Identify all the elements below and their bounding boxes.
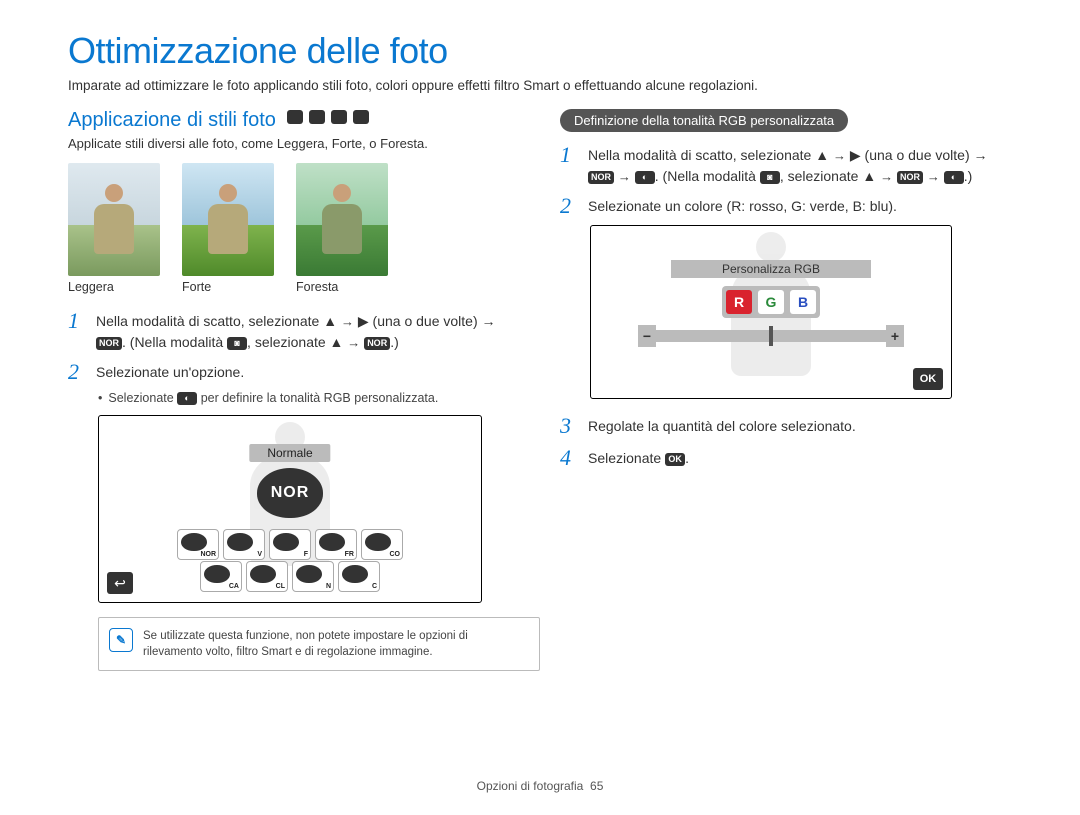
- rgb-channel-picker: R G B: [722, 286, 820, 318]
- note-icon: ✎: [109, 628, 133, 652]
- style-option[interactable]: FR: [315, 529, 357, 560]
- style-option[interactable]: N: [292, 561, 334, 592]
- style-option[interactable]: CO: [361, 529, 403, 560]
- intro-text: Imparate ad ottimizzare le foto applican…: [68, 78, 1012, 93]
- menu-screenshot-styles: Normale NOR NOR V F FR CO CA CL N C ↩: [98, 415, 482, 603]
- arrow-icon: →: [341, 313, 354, 332]
- arrow-icon: →: [833, 147, 846, 166]
- menu-up-icon: ▲: [862, 168, 876, 184]
- arrow-icon: →: [927, 168, 940, 187]
- custom-rgb-icon: ◐: [635, 171, 655, 184]
- style-option[interactable]: CL: [246, 561, 288, 592]
- style-option[interactable]: C: [338, 561, 380, 592]
- page-footer: Opzioni di fotografia 65: [0, 779, 1080, 793]
- nor-icon: NOR: [897, 171, 923, 184]
- menu-up-icon: ▲: [815, 147, 829, 163]
- slider-minus[interactable]: −: [638, 325, 656, 347]
- left-step-2: 2 Selezionate un'opzione.: [68, 359, 520, 385]
- caption-foresta: Foresta: [296, 280, 388, 294]
- style-option[interactable]: NOR: [177, 529, 219, 560]
- menu-right-icon: ▶: [850, 147, 861, 163]
- right-step-2: 2 Selezionate un colore (R: rosso, G: ve…: [560, 193, 1012, 219]
- arrow-icon: →: [880, 168, 893, 187]
- ok-icon: OK: [665, 453, 685, 466]
- arrow-icon: →: [347, 334, 360, 353]
- thumb-leggera: [68, 163, 160, 276]
- nor-icon: NOR: [96, 337, 122, 350]
- style-nor-icon: NOR: [257, 468, 323, 518]
- camera-p-icon: [309, 110, 325, 124]
- slider-handle[interactable]: [769, 326, 773, 346]
- menu-up-icon: ▲: [330, 334, 344, 350]
- menu-up-icon: ▲: [323, 313, 337, 329]
- caption-leggera: Leggera: [68, 280, 160, 294]
- menu-screenshot-rgb: Personalizza RGB R G B − + OK: [590, 225, 952, 399]
- palette-row-1: NOR V F FR CO: [177, 529, 403, 560]
- mode-icons: [287, 110, 369, 124]
- nor-icon: NOR: [588, 171, 614, 184]
- style-selected-label: Normale: [249, 444, 330, 462]
- ok-button[interactable]: OK: [913, 368, 943, 390]
- right-step-3: 3 Regolate la quantità del colore selezi…: [560, 413, 1012, 439]
- style-thumbnails: [68, 163, 520, 276]
- video-icon: [353, 110, 369, 124]
- rgb-title: Personalizza RGB: [671, 260, 871, 278]
- thumb-foresta: [296, 163, 388, 276]
- page-title: Ottimizzazione delle foto: [68, 30, 1012, 72]
- rgb-r-button[interactable]: R: [726, 290, 752, 314]
- subsection-pill: Definizione della tonalità RGB personali…: [560, 109, 848, 132]
- right-step-1: 1 Nella modalità di scatto, selezionate …: [560, 142, 1012, 187]
- note-text: Se utilizzate questa funzione, non potet…: [143, 628, 529, 660]
- palette-row-2: CA CL N C: [200, 561, 380, 592]
- slider-plus[interactable]: +: [886, 325, 904, 347]
- arrow-icon: →: [618, 168, 631, 187]
- left-step-1: 1 Nella modalità di scatto, selezionate …: [68, 308, 520, 353]
- left-step-2-sub: • Selezionate ◐ per definire la tonalità…: [98, 391, 520, 405]
- camera-icon: ◙: [760, 171, 780, 184]
- style-option[interactable]: CA: [200, 561, 242, 592]
- style-option[interactable]: F: [269, 529, 311, 560]
- menu-right-icon: ▶: [358, 313, 369, 329]
- right-step-4: 4 Selezionate OK.: [560, 445, 1012, 471]
- styles-desc: Applicate stili diversi alle foto, come …: [68, 136, 520, 151]
- nor-icon: NOR: [364, 337, 390, 350]
- custom-rgb-icon: ◐: [177, 392, 197, 405]
- scene-icon: [331, 110, 347, 124]
- section-heading-styles: Applicazione di stili foto: [68, 109, 520, 132]
- style-option[interactable]: V: [223, 529, 265, 560]
- thumb-forte: [182, 163, 274, 276]
- camera-auto-icon: [287, 110, 303, 124]
- custom-rgb-icon: ◐: [944, 171, 964, 184]
- note-box: ✎ Se utilizzate questa funzione, non pot…: [98, 617, 540, 671]
- section-heading-text: Applicazione di stili foto: [68, 109, 276, 131]
- rgb-g-button[interactable]: G: [758, 290, 784, 314]
- rgb-b-button[interactable]: B: [790, 290, 816, 314]
- back-button[interactable]: ↩: [107, 572, 133, 594]
- camera-icon: ◙: [227, 337, 247, 350]
- caption-forte: Forte: [182, 280, 274, 294]
